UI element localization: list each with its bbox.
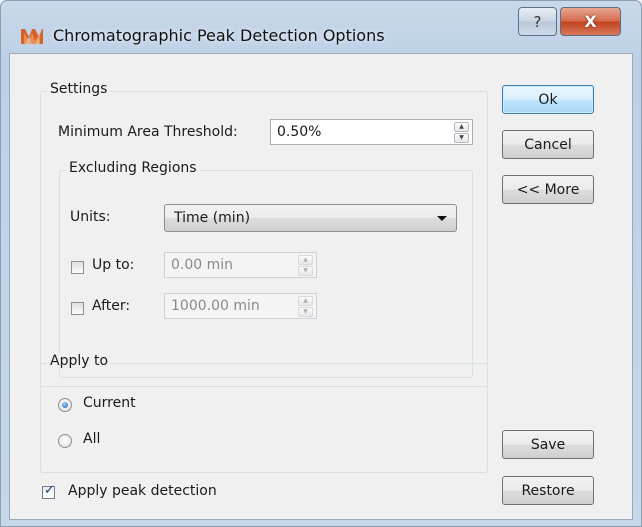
restore-button-label: Restore [521, 482, 575, 499]
dialog-window: Chromatographic Peak Detection Options ?… [0, 0, 642, 527]
apply-peak-detection-checkbox[interactable]: ✓ [42, 483, 55, 499]
min-area-threshold-input[interactable]: 0.50% ▲ ▼ [270, 119, 473, 145]
app-logo-icon [21, 29, 43, 44]
spin-down-icon[interactable]: ▼ [298, 266, 313, 276]
after-value: 1000.00 min [171, 298, 260, 314]
excluding-regions-label: Excluding Regions [66, 160, 200, 176]
apply-current-label: Current [83, 395, 136, 411]
restore-button[interactable]: Restore [502, 476, 594, 505]
units-label: Units: [70, 209, 111, 225]
up-to-checkbox[interactable] [71, 261, 84, 274]
apply-all-radio[interactable] [58, 434, 72, 448]
more-button-label: << More [516, 181, 580, 198]
spin-up-icon[interactable]: ▲ [298, 255, 313, 265]
up-to-label: Up to: [92, 257, 135, 273]
help-icon: ? [533, 12, 542, 31]
ok-button[interactable]: Ok [502, 85, 594, 114]
cancel-button[interactable]: Cancel [502, 130, 594, 159]
after-checkbox[interactable] [71, 302, 84, 315]
title-bar[interactable]: Chromatographic Peak Detection Options ?… [1, 1, 641, 53]
cancel-button-label: Cancel [524, 136, 572, 153]
spin-arrows: ▲ ▼ [298, 296, 313, 317]
apply-to-group: Apply to Current All [40, 353, 488, 473]
chevron-down-icon [437, 216, 447, 221]
spin-down-icon[interactable]: ▼ [454, 133, 469, 143]
after-input[interactable]: 1000.00 min ▲ ▼ [164, 293, 317, 319]
spin-arrows: ▲ ▼ [454, 122, 469, 143]
excluding-regions-group: Excluding Regions Units: Time (min) Up t… [59, 160, 473, 378]
up-to-input[interactable]: 0.00 min ▲ ▼ [164, 252, 317, 278]
settings-group-label: Settings [47, 81, 111, 97]
min-area-threshold-value: 0.50% [277, 124, 322, 140]
spin-up-icon[interactable]: ▲ [298, 296, 313, 306]
spin-arrows: ▲ ▼ [298, 255, 313, 276]
apply-all-label: All [83, 431, 101, 447]
units-dropdown-value: Time (min) [174, 210, 251, 226]
after-label: After: [92, 298, 131, 314]
check-icon: ✓ [44, 483, 55, 498]
min-area-threshold-label: Minimum Area Threshold: [58, 124, 238, 140]
close-icon: X [584, 12, 597, 31]
dialog-body: Settings Minimum Area Threshold: 0.50% ▲… [9, 53, 633, 520]
settings-group: Settings Minimum Area Threshold: 0.50% ▲… [40, 81, 488, 387]
apply-current-radio[interactable] [58, 398, 72, 412]
spin-down-icon[interactable]: ▼ [298, 307, 313, 317]
save-button-label: Save [530, 436, 566, 453]
apply-to-group-label: Apply to [47, 353, 112, 369]
apply-peak-detection-label: Apply peak detection [68, 483, 217, 499]
up-to-value: 0.00 min [171, 257, 234, 273]
save-button[interactable]: Save [502, 430, 594, 459]
help-button[interactable]: ? [518, 7, 557, 36]
units-dropdown[interactable]: Time (min) [164, 204, 457, 232]
more-button[interactable]: << More [502, 175, 594, 204]
window-title: Chromatographic Peak Detection Options [53, 26, 385, 45]
spin-up-icon[interactable]: ▲ [454, 122, 469, 132]
radio-selected-dot [62, 402, 68, 408]
ok-button-label: Ok [538, 91, 558, 108]
close-button[interactable]: X [560, 7, 621, 36]
